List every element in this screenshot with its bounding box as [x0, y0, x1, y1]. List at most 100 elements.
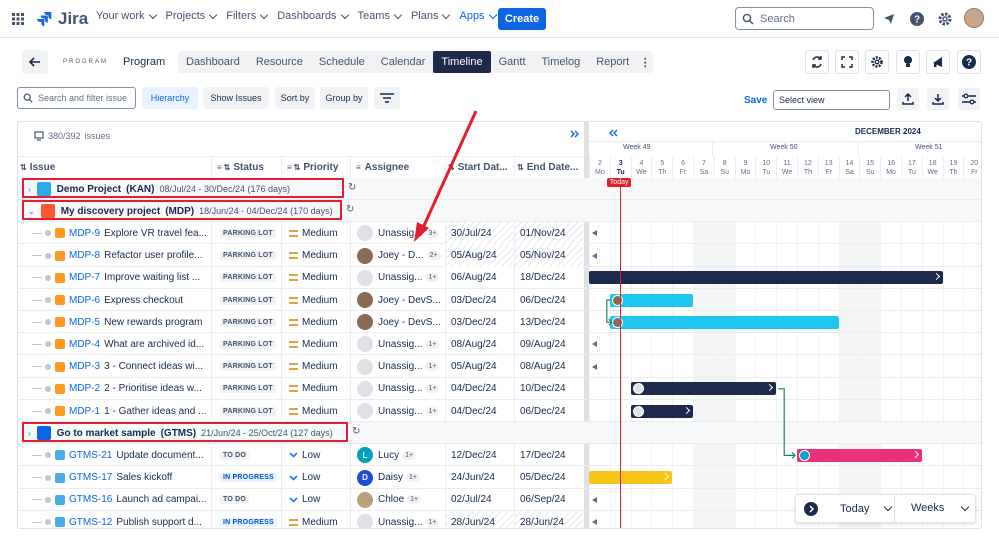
status-badge[interactable]: PARKING LOT — [220, 295, 276, 305]
issue-key[interactable]: MDP-4 — [69, 339, 100, 350]
timeline-bar[interactable] — [630, 404, 693, 418]
drag-dot-icon[interactable] — [45, 341, 51, 348]
start-date-cell[interactable]: 03/Dec/24 — [446, 311, 513, 333]
jira-logo[interactable]: Jira — [36, 9, 88, 29]
scroll-left-icon[interactable] — [609, 129, 619, 137]
status-badge[interactable]: PARKING LOT — [220, 384, 276, 394]
sort-by-button[interactable]: Sort by — [275, 87, 315, 109]
assignee-cell[interactable]: Unassig... 1+ — [357, 378, 445, 400]
program-tab[interactable]: Resource — [248, 51, 311, 73]
chevron-right-icon[interactable]: › — [28, 185, 31, 194]
nav-item[interactable]: Plans — [411, 10, 451, 22]
settings-gear-icon[interactable] — [935, 9, 955, 29]
start-date-cell[interactable]: 05/Aug/24 — [446, 356, 513, 378]
chevron-down-icon[interactable]: ⌄ — [28, 207, 35, 216]
timeline-bar[interactable] — [589, 271, 943, 285]
issue-search-input[interactable]: Search and filter issue — [17, 87, 136, 109]
group-row[interactable]: › Go to market sample (GTMS) 21/Jun/24 - 25… — [18, 422, 981, 445]
status-badge[interactable]: TO DO — [220, 450, 250, 460]
group-row[interactable]: › Demo Project (KAN) 08/Jul/24 - 30/Dec/24 … — [18, 178, 981, 200]
help-button[interactable]: ? — [957, 50, 981, 74]
end-date-cell[interactable]: 06/Dec/24 — [515, 400, 583, 422]
timeline-bar[interactable] — [609, 315, 839, 329]
today-dropdown[interactable]: Today — [840, 503, 893, 515]
assignee-column-header[interactable]: ≡ Assignee — [356, 157, 409, 178]
issue-key[interactable]: MDP-1 — [69, 406, 100, 417]
status-badge[interactable]: PARKING LOT — [220, 251, 276, 261]
settings-button[interactable] — [865, 50, 889, 74]
assignee-cell[interactable]: L Lucy 1+ — [357, 444, 445, 466]
notifications-icon[interactable] — [879, 9, 899, 29]
assignee-cell[interactable]: Unassig... 1+ — [357, 356, 445, 378]
timeline-bar[interactable] — [797, 448, 922, 462]
nav-item[interactable]: Apps — [459, 10, 497, 22]
status-badge[interactable]: PARKING LOT — [220, 362, 276, 372]
issue-key[interactable]: MDP-7 — [69, 272, 100, 283]
drag-dot-icon[interactable] — [45, 474, 51, 481]
status-badge[interactable]: PARKING LOT — [220, 273, 276, 283]
end-date-cell[interactable]: 18/Dec/24 — [515, 267, 583, 289]
assignee-cell[interactable]: Unassig... 1+ — [357, 511, 445, 528]
status-badge[interactable]: PARKING LOT — [220, 228, 276, 238]
program-tab[interactable]: Timelog — [534, 51, 589, 73]
offscreen-left-icon[interactable] — [592, 363, 597, 370]
timeline-bar[interactable] — [589, 471, 673, 485]
refresh-button[interactable] — [805, 50, 829, 74]
group-by-button[interactable]: Group by — [320, 87, 368, 109]
show-issues-button[interactable]: Show Issues — [203, 87, 269, 109]
program-tab[interactable]: Report — [588, 51, 637, 73]
table-row[interactable]: GTMS-17 Sales kickoff IN PROGRESS Low D Daisy… — [18, 467, 981, 489]
issue-key[interactable]: MDP-3 — [69, 361, 100, 372]
drag-dot-icon[interactable] — [45, 230, 51, 237]
issue-key[interactable]: MDP-9 — [69, 228, 100, 239]
end-date-cell[interactable]: 17/Dec/24 — [515, 444, 583, 466]
download-button[interactable] — [927, 88, 949, 110]
table-row[interactable]: MDP-4 What are archived id... PARKING LOT M… — [18, 333, 981, 356]
back-button[interactable] — [22, 50, 48, 74]
issue-key[interactable]: MDP-6 — [69, 295, 100, 306]
assignee-cell[interactable]: Joey - DevS... — [357, 311, 445, 333]
end-date-cell[interactable]: 08/Aug/24 — [515, 356, 583, 378]
end-date-cell[interactable]: 05/Nov/24 — [515, 244, 583, 267]
timeline-bar[interactable] — [609, 293, 693, 307]
drag-dot-icon[interactable] — [45, 496, 51, 503]
nav-item[interactable]: Projects — [166, 10, 218, 22]
start-date-cell[interactable]: 02/Jul/24 — [446, 489, 513, 511]
app-switcher-icon[interactable] — [12, 13, 24, 25]
end-date-cell[interactable]: 28/Jun/24 — [515, 511, 583, 528]
hierarchy-button[interactable]: Hierarchy — [142, 87, 198, 109]
assignee-cell[interactable]: Unassig... 1+ — [357, 400, 445, 422]
assignee-cell[interactable]: Unassig... 1+ — [357, 333, 445, 355]
issue-key[interactable]: GTMS-12 — [69, 517, 112, 528]
status-badge[interactable]: IN PROGRESS — [220, 473, 277, 483]
drag-dot-icon[interactable] — [45, 408, 51, 414]
end-date-cell[interactable]: 06/Dec/24 — [515, 289, 583, 311]
program-tab[interactable]: Gantt — [491, 51, 534, 73]
drag-dot-icon[interactable] — [45, 385, 51, 392]
offscreen-left-icon[interactable] — [592, 252, 597, 259]
offscreen-left-icon[interactable] — [592, 519, 597, 525]
issue-key[interactable]: GTMS-17 — [69, 472, 112, 483]
start-date-cell[interactable]: 12/Dec/24 — [446, 444, 513, 466]
program-tab[interactable]: Timeline — [433, 51, 491, 73]
scale-dropdown[interactable]: Weeks — [911, 502, 970, 514]
issue-key[interactable]: MDP-2 — [69, 383, 100, 394]
nav-item[interactable]: Teams — [358, 10, 403, 22]
start-date-cell[interactable]: 08/Aug/24 — [446, 333, 513, 355]
start-date-cell[interactable]: 28/Jun/24 — [446, 511, 513, 528]
offscreen-left-icon[interactable] — [592, 496, 597, 503]
status-badge[interactable]: PARKING LOT — [220, 317, 276, 327]
program-tab[interactable]: Schedule — [311, 51, 373, 73]
sync-icon[interactable]: ↻ — [346, 204, 354, 215]
status-badge[interactable]: IN PROGRESS — [220, 517, 277, 527]
drag-dot-icon[interactable] — [45, 519, 51, 525]
end-date-cell[interactable]: 13/Dec/24 — [515, 311, 583, 333]
assignee-cell[interactable]: Joey - DevS... — [357, 289, 445, 311]
end-date-cell[interactable]: 09/Aug/24 — [515, 333, 583, 355]
end-date-cell[interactable]: 10/Dec/24 — [515, 378, 583, 400]
drag-dot-icon[interactable] — [45, 363, 51, 370]
offscreen-left-icon[interactable] — [592, 230, 597, 237]
create-button[interactable]: Create — [498, 8, 546, 30]
help-icon[interactable]: ? — [907, 9, 927, 29]
sync-icon[interactable]: ↻ — [352, 426, 360, 437]
